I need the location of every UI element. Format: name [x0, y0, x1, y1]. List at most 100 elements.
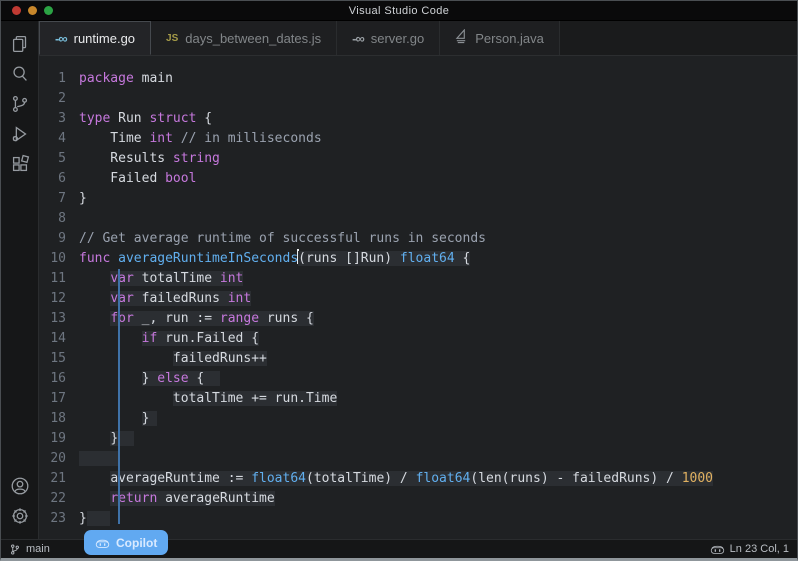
code-line[interactable]: 7}: [39, 189, 797, 209]
code-line[interactable]: 6 Failed bool: [39, 169, 797, 189]
explorer-icon[interactable]: [5, 29, 35, 59]
code-token: [79, 371, 142, 386]
code-line[interactable]: 14 if run.Failed {: [39, 329, 797, 349]
tab-label: runtime.go: [74, 31, 135, 46]
code-text: var failedRuns int: [79, 289, 251, 309]
code-text: if run.Failed {: [79, 329, 259, 349]
code-line[interactable]: 12 var failedRuns int: [39, 289, 797, 309]
code-token: float64: [416, 471, 471, 486]
code-token: func: [79, 251, 110, 266]
code-token: Results: [79, 151, 173, 166]
code-token: }: [79, 191, 87, 206]
run-and-debug-icon[interactable]: [5, 119, 35, 149]
code-token: [79, 271, 110, 286]
tab-days-between-dates-js[interactable]: JS days_between_dates.js: [151, 21, 337, 55]
line-number: 13: [39, 309, 79, 329]
code-line[interactable]: 3type Run struct {: [39, 109, 797, 129]
code-line[interactable]: 13 for _, run := range runs {: [39, 309, 797, 329]
line-number: 22: [39, 489, 79, 509]
code-token: if: [142, 331, 158, 346]
go-icon: -∞: [352, 31, 364, 46]
code-text: var totalTime int: [79, 269, 243, 289]
title-bar: Visual Studio Code: [1, 1, 797, 21]
code-token: int: [220, 271, 243, 286]
code-line[interactable]: 17 totalTime += run.Time: [39, 389, 797, 409]
code-line[interactable]: 16 } else {: [39, 369, 797, 389]
code-token: [173, 131, 181, 146]
code-token: // in milliseconds: [181, 131, 322, 146]
line-number: 12: [39, 289, 79, 309]
code-token: averageRuntimeInSeconds: [118, 251, 298, 266]
copilot-button[interactable]: Copilot: [84, 530, 168, 555]
code-text: type Run struct {: [79, 109, 212, 129]
tab-label: days_between_dates.js: [185, 31, 321, 46]
line-number: 21: [39, 469, 79, 489]
code-line[interactable]: 11 var totalTime int: [39, 269, 797, 289]
code-editor[interactable]: 1package main23type Run struct {4 Time i…: [39, 56, 797, 539]
branch-name: main: [26, 543, 50, 555]
code-line[interactable]: 22 return averageRuntime: [39, 489, 797, 509]
cursor-position-indicator[interactable]: Ln 23 Col, 1: [710, 543, 789, 555]
code-token: (totalTime) /: [306, 471, 416, 486]
code-token: [79, 451, 118, 466]
line-number: 7: [39, 189, 79, 209]
tab-label: Person.java: [475, 31, 544, 46]
editor-column: -∞ runtime.go JS days_between_dates.js -…: [39, 21, 797, 539]
line-number: 9: [39, 229, 79, 249]
tab-runtime-go[interactable]: -∞ runtime.go: [39, 21, 151, 55]
search-icon[interactable]: [5, 59, 35, 89]
code-line[interactable]: 2: [39, 89, 797, 109]
code-line[interactable]: 20: [39, 449, 797, 469]
tab-server-go[interactable]: -∞ server.go: [337, 21, 440, 55]
code-token: }: [142, 411, 158, 426]
window-title: Visual Studio Code: [1, 5, 797, 17]
code-text: package main: [79, 69, 173, 89]
code-line[interactable]: 18 }: [39, 409, 797, 429]
code-token: int: [228, 291, 251, 306]
code-line[interactable]: 21 averageRuntime := float64(totalTime) …: [39, 469, 797, 489]
copilot-button-label: Copilot: [116, 536, 157, 550]
code-token: Run: [110, 111, 149, 126]
code-token: float64: [400, 251, 455, 266]
code-token: _, run :=: [134, 311, 220, 326]
code-line[interactable]: 10func averageRuntimeInSeconds(runs []Ru…: [39, 249, 797, 269]
code-text: averageRuntime := float64(totalTime) / f…: [79, 469, 713, 489]
code-token: main: [134, 71, 173, 86]
code-line[interactable]: 15 failedRuns++: [39, 349, 797, 369]
settings-gear-icon[interactable]: [5, 501, 35, 531]
code-line[interactable]: 9// Get average runtime of successful ru…: [39, 229, 797, 249]
line-number: 23: [39, 509, 79, 529]
source-control-icon[interactable]: [5, 89, 35, 119]
body-row: -∞ runtime.go JS days_between_dates.js -…: [1, 21, 797, 539]
code-lines: 1package main23type Run struct {4 Time i…: [39, 69, 797, 529]
git-branch-indicator[interactable]: main: [9, 543, 50, 556]
code-text: failedRuns++: [79, 349, 267, 369]
go-icon: -∞: [55, 31, 67, 46]
code-line[interactable]: 5 Results string: [39, 149, 797, 169]
line-number: 17: [39, 389, 79, 409]
code-text: func averageRuntimeInSeconds(runs []Run)…: [79, 249, 470, 269]
code-line[interactable]: 4 Time int // in milliseconds: [39, 129, 797, 149]
code-token: [79, 391, 173, 406]
code-token: [87, 511, 110, 526]
code-token: failedRuns: [134, 291, 228, 306]
line-number: 4: [39, 129, 79, 149]
line-number: 1: [39, 69, 79, 89]
extensions-icon[interactable]: [5, 149, 35, 179]
code-line[interactable]: 8: [39, 209, 797, 229]
line-number: 16: [39, 369, 79, 389]
code-token: }: [142, 371, 158, 386]
line-number: 5: [39, 149, 79, 169]
code-line[interactable]: 19 }: [39, 429, 797, 449]
line-number: 2: [39, 89, 79, 109]
code-text: Failed bool: [79, 169, 196, 189]
code-token: [79, 471, 110, 486]
code-text: }: [79, 509, 110, 529]
tab-person-java[interactable]: Person.java: [440, 21, 560, 55]
code-line[interactable]: 1package main: [39, 69, 797, 89]
account-icon[interactable]: [5, 471, 35, 501]
line-number: 10: [39, 249, 79, 269]
code-line[interactable]: 23}: [39, 509, 797, 529]
line-number: 14: [39, 329, 79, 349]
code-token: }: [79, 511, 87, 526]
